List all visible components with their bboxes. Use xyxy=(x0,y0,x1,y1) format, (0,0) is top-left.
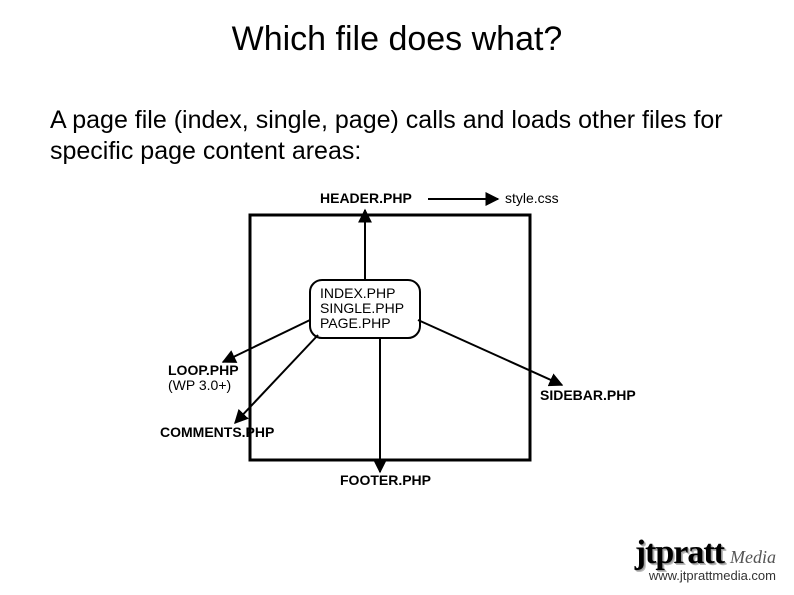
slide-subtitle: A page file (index, single, page) calls … xyxy=(50,105,750,168)
slide-title: Which file does what? xyxy=(0,20,794,59)
loop-note: (WP 3.0+) xyxy=(168,377,231,393)
slide: Which file does what? A page file (index… xyxy=(0,0,794,595)
stylecss-label: style.css xyxy=(505,190,559,206)
center-box-line1: INDEX.PHP xyxy=(320,285,395,301)
sidebar-label: SIDEBAR.PHP xyxy=(540,387,636,403)
center-box-line3: PAGE.PHP xyxy=(320,315,391,331)
arrow-to-sidebar xyxy=(418,320,562,385)
template-diagram: INDEX.PHP SINGLE.PHP PAGE.PHP HEADER.PHP… xyxy=(0,185,794,505)
brand-logo: jtpratt Media www.jtprattmedia.com xyxy=(635,536,776,583)
arrow-to-comments xyxy=(235,335,318,423)
brand-url: www.jtprattmedia.com xyxy=(635,568,776,583)
arrow-to-loop xyxy=(223,320,310,362)
footer-label: FOOTER.PHP xyxy=(340,472,431,488)
brand-media: Media xyxy=(730,547,776,567)
brand-name: jtpratt xyxy=(635,534,724,571)
comments-label: COMMENTS.PHP xyxy=(160,424,274,440)
center-box-line2: SINGLE.PHP xyxy=(320,300,404,316)
center-page-files-box: INDEX.PHP SINGLE.PHP PAGE.PHP xyxy=(310,280,420,338)
header-label: HEADER.PHP xyxy=(320,190,412,206)
loop-label: LOOP.PHP xyxy=(168,362,239,378)
